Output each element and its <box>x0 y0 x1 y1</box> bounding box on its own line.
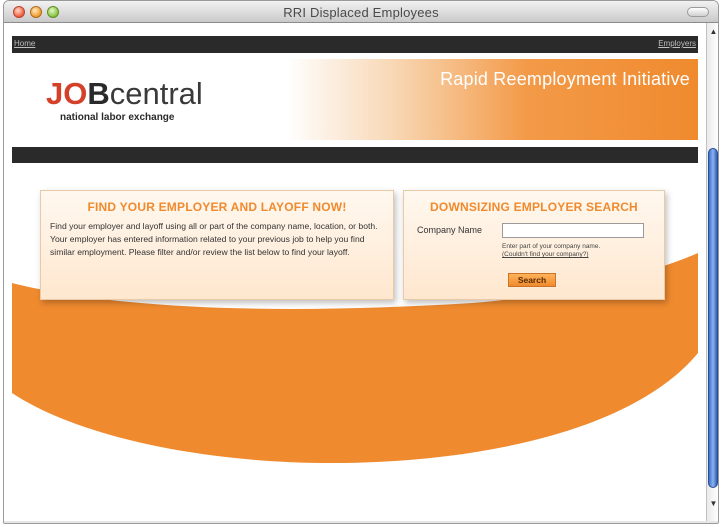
home-link[interactable]: Home <box>14 39 35 48</box>
employer-search-card: DOWNSIZING EMPLOYER SEARCH Company Name … <box>403 190 665 300</box>
vertical-scrollbar[interactable]: ▲ ▼ <box>706 23 718 521</box>
company-name-hint: Enter part of your company name. <box>502 243 601 250</box>
page-content: Home Employers JOBcentral national labor… <box>4 23 706 521</box>
find-employer-title: FIND YOUR EMPLOYER AND LAYOFF NOW! <box>87 200 347 214</box>
scroll-thumb[interactable] <box>708 148 718 488</box>
top-navigation-bar: Home Employers <box>12 36 698 53</box>
find-employer-card: FIND YOUR EMPLOYER AND LAYOFF NOW! Find … <box>40 190 394 300</box>
employers-link[interactable]: Employers <box>658 39 696 48</box>
toolbar-toggle-button[interactable] <box>687 7 709 17</box>
header-banner: JOBcentral national labor exchange Rapid… <box>12 59 698 140</box>
scroll-up-arrow-icon[interactable]: ▲ <box>707 27 718 37</box>
title-bar: RRI Displaced Employees <box>4 1 718 23</box>
find-employer-description: Find your employer and layoff using all … <box>50 221 378 257</box>
search-button[interactable]: Search <box>508 273 556 287</box>
browser-window: RRI Displaced Employees Home Employers J… <box>3 0 719 524</box>
scroll-down-arrow-icon[interactable]: ▼ <box>707 499 718 509</box>
company-not-found-link[interactable]: (Couldn't find your company?) <box>502 251 589 258</box>
logo-jo-text: JO <box>46 76 88 111</box>
window-bottom-edge <box>4 521 718 523</box>
employer-search-title: DOWNSIZING EMPLOYER SEARCH <box>430 200 638 214</box>
jobcentral-logo[interactable]: JOBcentral national labor exchange <box>46 76 203 123</box>
divider-bar <box>12 147 698 163</box>
logo-central-text: central <box>109 76 203 111</box>
window-title: RRI Displaced Employees <box>283 5 439 20</box>
logo-tagline: national labor exchange <box>60 112 175 123</box>
company-name-label: Company Name <box>417 225 483 235</box>
company-name-input[interactable] <box>502 223 644 238</box>
logo-b-text: B <box>87 76 110 111</box>
banner-subtitle: Rapid Reemployment Initiative <box>440 69 690 89</box>
